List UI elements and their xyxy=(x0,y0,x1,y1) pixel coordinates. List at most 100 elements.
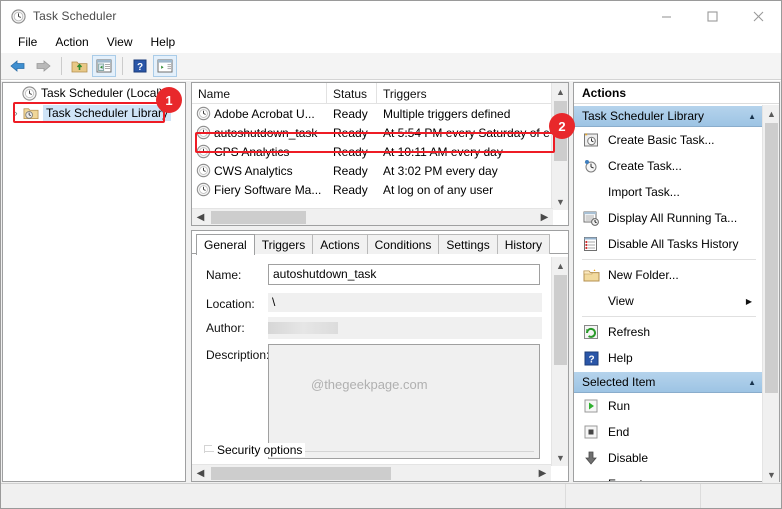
close-button[interactable] xyxy=(735,1,781,31)
column-header-name[interactable]: Name xyxy=(192,83,327,104)
caret-up-icon[interactable]: ▲ xyxy=(748,112,756,121)
task-triggers-text: Multiple triggers defined xyxy=(383,106,511,121)
task-name-cell: CWS Analytics xyxy=(192,161,327,180)
action-item-refresh[interactable]: Refresh xyxy=(574,319,762,345)
toolbar: ? xyxy=(1,53,781,80)
name-input[interactable]: autoshutdown_task xyxy=(268,264,540,285)
action-item-label: Disable All Tasks History xyxy=(608,237,739,251)
task-name-cell: CPS Analytics xyxy=(192,142,327,161)
folder-up-icon[interactable] xyxy=(67,55,91,77)
actions-vscrollbar[interactable]: ▲ ▼ xyxy=(762,105,779,483)
action-item-help[interactable]: ? Help xyxy=(574,345,762,371)
tab-history[interactable]: History xyxy=(496,234,551,254)
task-list: Name Status Triggers Adobe Acrobat U... R… xyxy=(191,82,569,226)
column-header-status[interactable]: Status xyxy=(327,83,377,104)
task-row[interactable]: Fiery Software Ma... Ready At log on of an… xyxy=(192,180,568,199)
column-header-triggers[interactable]: Triggers xyxy=(377,83,552,104)
action-item-label: Export... xyxy=(608,477,653,481)
actions-scroll-down-arrow[interactable]: ▼ xyxy=(763,466,780,483)
scroll-right-arrow[interactable]: ▶ xyxy=(536,209,553,225)
actions-scroll-thumb[interactable] xyxy=(765,123,778,393)
description-textarea[interactable]: @thegeekpage.com xyxy=(268,344,540,459)
security-options-group: Security options xyxy=(204,443,534,459)
scroll-left-arrow[interactable]: ◀ xyxy=(192,209,209,225)
chevron-right-icon[interactable]: › xyxy=(9,108,23,118)
detail-scroll-right-arrow[interactable]: ▶ xyxy=(534,465,551,481)
action-item-export[interactable]: Export... xyxy=(574,471,762,481)
task-list-body: Adobe Acrobat U... Ready Multiple triggers… xyxy=(192,104,568,199)
scroll-down-arrow[interactable]: ▼ xyxy=(552,193,568,210)
menu-action[interactable]: Action xyxy=(46,33,97,51)
tab-triggers[interactable]: Triggers xyxy=(253,234,314,254)
actions-pane: Actions Task Scheduler Library ▲ Create Ba… xyxy=(573,82,780,483)
action-pane-icon[interactable] xyxy=(153,55,177,77)
task-name-cell: Fiery Software Ma... xyxy=(192,180,327,199)
hscroll-thumb[interactable] xyxy=(211,211,306,224)
back-button[interactable] xyxy=(6,55,30,77)
actions-group-header[interactable]: Selected Item ▲ xyxy=(574,371,762,393)
console-tree-icon[interactable] xyxy=(92,55,116,77)
tab-conditions[interactable]: Conditions xyxy=(366,234,440,254)
actions-scroll-up-arrow[interactable]: ▲ xyxy=(763,105,780,122)
menu-view[interactable]: View xyxy=(98,33,142,51)
task-row[interactable]: CPS Analytics Ready At 10:11 AM every day xyxy=(192,142,568,161)
help-icon: ? xyxy=(582,349,600,367)
detail-hscroll-thumb[interactable] xyxy=(211,467,391,480)
detail-scroll-down-arrow[interactable]: ▼ xyxy=(552,449,568,466)
task-status-cell: Ready xyxy=(327,104,377,123)
action-item-import-task[interactable]: Import Task... xyxy=(574,179,762,205)
name-label: Name: xyxy=(206,268,242,282)
action-item-run[interactable]: Run xyxy=(574,393,762,419)
task-triggers-cell: At 5:54 PM every Saturday of every xyxy=(377,123,557,142)
action-item-display-all-running-ta[interactable]: Display All Running Ta... xyxy=(574,205,762,231)
svg-text:?: ? xyxy=(137,62,143,73)
question-mark-icon[interactable]: ? xyxy=(128,55,152,77)
status-bar xyxy=(1,483,781,508)
tab-actions[interactable]: Actions xyxy=(312,234,368,254)
action-item-label: Run xyxy=(608,399,631,413)
status-segment-1 xyxy=(1,484,566,508)
action-item-view[interactable]: View ▶ xyxy=(574,288,762,314)
task-row[interactable]: Adobe Acrobat U... Ready Multiple triggers… xyxy=(192,104,568,123)
caret-up-icon[interactable]: ▲ xyxy=(748,378,756,387)
scroll-up-arrow[interactable]: ▲ xyxy=(552,83,568,100)
detail-hscrollbar[interactable]: ◀ ▶ xyxy=(192,464,551,481)
action-item-create-basic-task[interactable]: Create Basic Task... xyxy=(574,127,762,153)
field-description-row: Description: @thegeekpage.com xyxy=(192,344,568,459)
minimize-button[interactable] xyxy=(643,1,689,31)
tab-settings[interactable]: Settings xyxy=(438,234,498,254)
action-item-disable[interactable]: Disable xyxy=(574,445,762,471)
actions-group-header[interactable]: Task Scheduler Library ▲ xyxy=(574,105,762,127)
new-folder-icon xyxy=(582,266,600,284)
author-redacted-bar xyxy=(268,322,338,334)
menu-file[interactable]: File xyxy=(9,33,46,51)
location-label: Location: xyxy=(206,297,255,311)
action-item-label: Create Task... xyxy=(608,159,682,173)
task-row[interactable]: CWS Analytics Ready At 3:02 PM every day xyxy=(192,161,568,180)
submenu-caret-icon[interactable]: ▶ xyxy=(746,297,752,306)
clock-icon xyxy=(196,182,211,197)
detail-scroll-thumb[interactable] xyxy=(554,275,567,365)
create-task-icon xyxy=(582,157,600,175)
menu-help[interactable]: Help xyxy=(142,33,185,51)
main-panes: Task Scheduler (Local) › Task Scheduler … xyxy=(1,81,781,483)
detail-scroll-left-arrow[interactable]: ◀ xyxy=(192,465,209,481)
task-triggers-text: At 5:54 PM every Saturday of every xyxy=(383,125,557,140)
action-item-create-task[interactable]: Create Task... xyxy=(574,153,762,179)
forward-button[interactable] xyxy=(31,55,55,77)
task-list-hscrollbar[interactable]: ◀ ▶ xyxy=(192,208,553,225)
action-item-new-folder[interactable]: New Folder... xyxy=(574,262,762,288)
detail-scroll-up-arrow[interactable]: ▲ xyxy=(552,257,568,274)
task-row[interactable]: autoshutdown_task Ready At 5:54 PM every S… xyxy=(192,123,568,142)
maximize-button[interactable] xyxy=(689,1,735,31)
task-triggers-text: At 3:02 PM every day xyxy=(383,163,498,178)
tab-general[interactable]: General xyxy=(196,234,255,255)
action-item-end[interactable]: End xyxy=(574,419,762,445)
description-label: Description: xyxy=(206,348,270,362)
clock-icon xyxy=(10,8,26,24)
task-list-vscrollbar[interactable]: ▲ ▼ xyxy=(551,83,568,210)
action-item-disable-all-tasks-history[interactable]: Disable All Tasks History xyxy=(574,231,762,257)
detail-vscrollbar[interactable]: ▲ ▼ xyxy=(551,257,568,466)
middle-pane: Name Status Triggers Adobe Acrobat U... R… xyxy=(191,82,569,482)
task-status-cell: Ready xyxy=(327,180,377,199)
